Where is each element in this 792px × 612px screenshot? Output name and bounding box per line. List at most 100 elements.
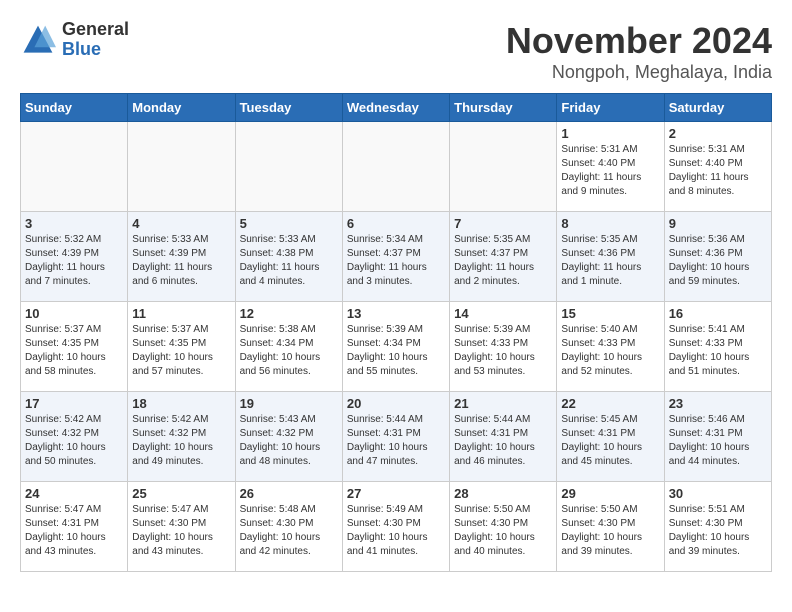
day-number: 7 [454,216,552,231]
day-number: 6 [347,216,445,231]
calendar-cell: 7Sunrise: 5:35 AM Sunset: 4:37 PM Daylig… [450,212,557,302]
day-number: 15 [561,306,659,321]
day-info: Sunrise: 5:34 AM Sunset: 4:37 PM Dayligh… [347,233,445,289]
calendar-cell: 19Sunrise: 5:43 AM Sunset: 4:32 PM Dayli… [235,392,342,482]
day-info: Sunrise: 5:40 AM Sunset: 4:33 PM Dayligh… [561,323,659,379]
title-section: November 2024 Nongpoh, Meghalaya, India [506,20,772,83]
day-info: Sunrise: 5:33 AM Sunset: 4:39 PM Dayligh… [132,233,230,289]
day-info: Sunrise: 5:44 AM Sunset: 4:31 PM Dayligh… [347,413,445,469]
logo-blue: Blue [62,40,129,60]
weekday-header-friday: Friday [557,94,664,122]
calendar-cell [235,122,342,212]
day-number: 2 [669,126,767,141]
day-number: 4 [132,216,230,231]
day-number: 24 [25,486,123,501]
day-info: Sunrise: 5:42 AM Sunset: 4:32 PM Dayligh… [132,413,230,469]
day-number: 5 [240,216,338,231]
day-info: Sunrise: 5:31 AM Sunset: 4:40 PM Dayligh… [561,143,659,199]
day-number: 10 [25,306,123,321]
day-number: 16 [669,306,767,321]
day-info: Sunrise: 5:31 AM Sunset: 4:40 PM Dayligh… [669,143,767,199]
day-number: 17 [25,396,123,411]
weekday-header-monday: Monday [128,94,235,122]
header: General Blue November 2024 Nongpoh, Megh… [20,20,772,83]
day-info: Sunrise: 5:39 AM Sunset: 4:33 PM Dayligh… [454,323,552,379]
calendar-cell: 6 Sunrise: 5:34 AM Sunset: 4:37 PM Daylig… [342,212,449,302]
calendar-cell: 28 Sunrise: 5:50 AM Sunset: 4:30 PM Dayli… [450,482,557,572]
day-number: 23 [669,396,767,411]
weekday-header-tuesday: Tuesday [235,94,342,122]
calendar-cell: 9 Sunrise: 5:36 AM Sunset: 4:36 PM Daylig… [664,212,771,302]
day-info: Sunrise: 5:33 AM Sunset: 4:38 PM Dayligh… [240,233,338,289]
calendar-cell: 12 Sunrise: 5:38 AM Sunset: 4:34 PM Dayli… [235,302,342,392]
calendar-cell: 18 Sunrise: 5:42 AM Sunset: 4:32 PM Dayli… [128,392,235,482]
calendar-cell: 5 Sunrise: 5:33 AM Sunset: 4:38 PM Daylig… [235,212,342,302]
day-number: 25 [132,486,230,501]
day-number: 9 [669,216,767,231]
day-number: 28 [454,486,552,501]
calendar-cell: 13 Sunrise: 5:39 AM Sunset: 4:34 PM Dayli… [342,302,449,392]
day-number: 19 [240,396,338,411]
calendar-cell: 26 Sunrise: 5:48 AM Sunset: 4:30 PM Dayli… [235,482,342,572]
calendar-cell: 25Sunrise: 5:47 AM Sunset: 4:30 PM Dayli… [128,482,235,572]
calendar-cell: 22 Sunrise: 5:45 AM Sunset: 4:31 PM Dayli… [557,392,664,482]
calendar-cell: 10 Sunrise: 5:37 AM Sunset: 4:35 PM Dayli… [21,302,128,392]
day-number: 29 [561,486,659,501]
logo-icon [20,22,56,58]
logo-text: General Blue [62,20,129,60]
day-number: 27 [347,486,445,501]
calendar: SundayMondayTuesdayWednesdayThursdayFrid… [20,93,772,572]
calendar-cell: 23 Sunrise: 5:46 AM Sunset: 4:31 PM Dayli… [664,392,771,482]
day-number: 26 [240,486,338,501]
weekday-header-sunday: Sunday [21,94,128,122]
day-info: Sunrise: 5:50 AM Sunset: 4:30 PM Dayligh… [454,503,552,559]
day-info: Sunrise: 5:38 AM Sunset: 4:34 PM Dayligh… [240,323,338,379]
calendar-cell: 14 Sunrise: 5:39 AM Sunset: 4:33 PM Dayli… [450,302,557,392]
day-number: 22 [561,396,659,411]
calendar-cell: 17 Sunrise: 5:42 AM Sunset: 4:32 PM Dayli… [21,392,128,482]
day-info: Sunrise: 5:46 AM Sunset: 4:31 PM Dayligh… [669,413,767,469]
calendar-cell: 30Sunrise: 5:51 AM Sunset: 4:30 PM Dayli… [664,482,771,572]
day-info: Sunrise: 5:47 AM Sunset: 4:31 PM Dayligh… [25,503,123,559]
calendar-cell: 1 Sunrise: 5:31 AM Sunset: 4:40 PM Daylig… [557,122,664,212]
day-info: Sunrise: 5:41 AM Sunset: 4:33 PM Dayligh… [669,323,767,379]
day-info: Sunrise: 5:44 AM Sunset: 4:31 PM Dayligh… [454,413,552,469]
calendar-cell: 21 Sunrise: 5:44 AM Sunset: 4:31 PM Dayli… [450,392,557,482]
day-info: Sunrise: 5:51 AM Sunset: 4:30 PM Dayligh… [669,503,767,559]
calendar-cell: 8 Sunrise: 5:35 AM Sunset: 4:36 PM Daylig… [557,212,664,302]
day-number: 18 [132,396,230,411]
calendar-cell [342,122,449,212]
day-number: 14 [454,306,552,321]
day-number: 20 [347,396,445,411]
calendar-cell: 11Sunrise: 5:37 AM Sunset: 4:35 PM Dayli… [128,302,235,392]
logo: General Blue [20,20,129,60]
calendar-cell: 29Sunrise: 5:50 AM Sunset: 4:30 PM Dayli… [557,482,664,572]
day-info: Sunrise: 5:49 AM Sunset: 4:30 PM Dayligh… [347,503,445,559]
day-info: Sunrise: 5:37 AM Sunset: 4:35 PM Dayligh… [25,323,123,379]
day-info: Sunrise: 5:45 AM Sunset: 4:31 PM Dayligh… [561,413,659,469]
month-title: November 2024 [506,20,772,62]
day-number: 13 [347,306,445,321]
calendar-cell [128,122,235,212]
calendar-cell [21,122,128,212]
day-number: 3 [25,216,123,231]
calendar-cell: 16 Sunrise: 5:41 AM Sunset: 4:33 PM Dayli… [664,302,771,392]
calendar-cell: 24 Sunrise: 5:47 AM Sunset: 4:31 PM Dayli… [21,482,128,572]
day-number: 21 [454,396,552,411]
calendar-cell: 3 Sunrise: 5:32 AM Sunset: 4:39 PM Daylig… [21,212,128,302]
day-info: Sunrise: 5:39 AM Sunset: 4:34 PM Dayligh… [347,323,445,379]
day-info: Sunrise: 5:36 AM Sunset: 4:36 PM Dayligh… [669,233,767,289]
weekday-header-wednesday: Wednesday [342,94,449,122]
day-info: Sunrise: 5:32 AM Sunset: 4:39 PM Dayligh… [25,233,123,289]
weekday-header-saturday: Saturday [664,94,771,122]
day-info: Sunrise: 5:35 AM Sunset: 4:36 PM Dayligh… [561,233,659,289]
calendar-cell [450,122,557,212]
day-info: Sunrise: 5:42 AM Sunset: 4:32 PM Dayligh… [25,413,123,469]
day-info: Sunrise: 5:37 AM Sunset: 4:35 PM Dayligh… [132,323,230,379]
day-number: 12 [240,306,338,321]
calendar-cell: 27 Sunrise: 5:49 AM Sunset: 4:30 PM Dayli… [342,482,449,572]
calendar-cell: 15 Sunrise: 5:40 AM Sunset: 4:33 PM Dayli… [557,302,664,392]
day-number: 8 [561,216,659,231]
day-number: 1 [561,126,659,141]
day-info: Sunrise: 5:48 AM Sunset: 4:30 PM Dayligh… [240,503,338,559]
